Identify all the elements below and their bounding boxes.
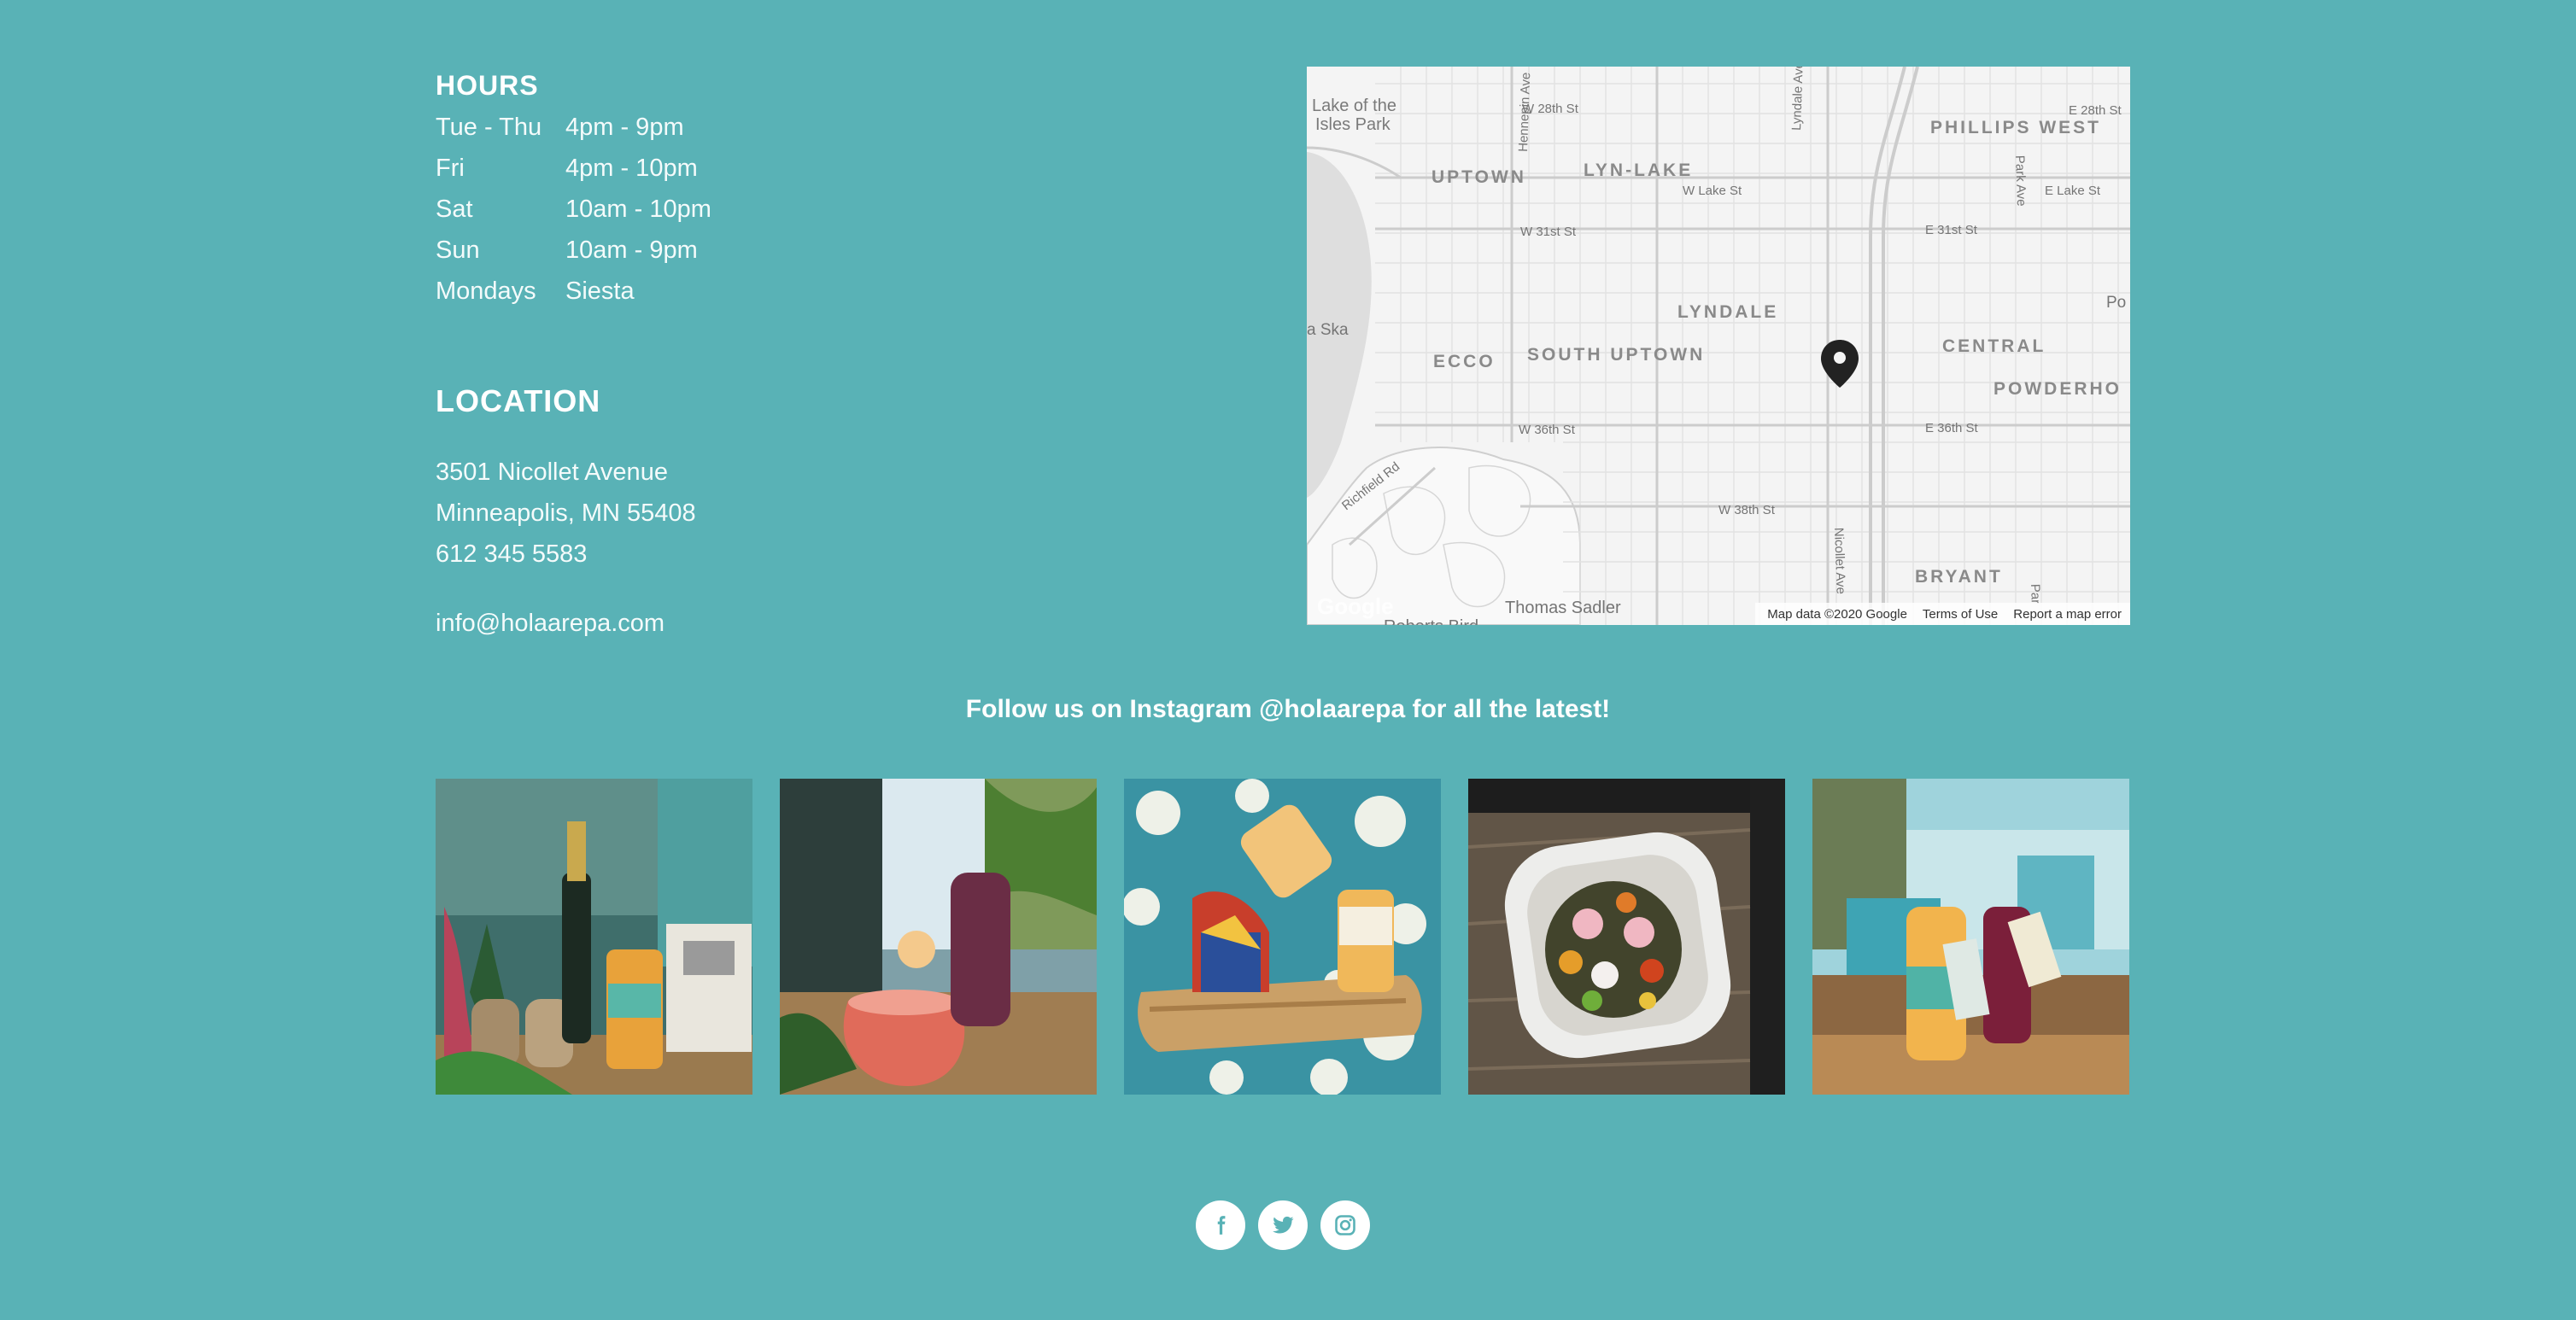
hours-time: 4pm - 10pm	[565, 155, 698, 182]
map-canvas: UPTOWN LYN-LAKE PHILLIPS WEST LYNDALE EC…	[1307, 67, 2130, 625]
map-footer: Map data ©2020 Google Terms of Use Repor…	[1755, 603, 2130, 625]
instagram-photo-5[interactable]	[1812, 779, 2129, 1095]
hours-day: Mondays	[436, 277, 536, 305]
map-label-w36: W 36th St	[1519, 423, 1576, 437]
map-label-par: Par	[2028, 584, 2043, 605]
hours-day: Sun	[436, 237, 480, 264]
map-label-nicollet: Nicollet Ave	[1831, 528, 1848, 595]
hours-day: Fri	[436, 155, 465, 182]
map-label-e31: E 31st St	[1925, 223, 1978, 237]
instagram-photo-4[interactable]	[1468, 779, 1785, 1095]
hours-time: 4pm - 9pm	[565, 114, 684, 141]
map-label-lake: Lake of the Isles Park	[1312, 96, 1402, 134]
map-label-po: Po	[2106, 294, 2126, 312]
map-label-central: CENTRAL	[1942, 336, 2046, 356]
hours-day: Tue - Thu	[436, 114, 542, 141]
hours-time: 10am - 9pm	[565, 237, 698, 264]
map-label-w31: W 31st St	[1520, 225, 1577, 239]
map-label-lyndale-ave: Lyndale Ave	[1789, 67, 1806, 131]
instagram-button[interactable]	[1320, 1200, 1370, 1250]
map-label-lake-line1: Lake of the	[1312, 96, 1396, 115]
map-label-south-uptown: SOUTH UPTOWN	[1527, 345, 1705, 365]
instagram-heading: Follow us on Instagram @holaarepa for al…	[965, 695, 1611, 723]
instagram-photo-2[interactable]	[780, 779, 1097, 1095]
twitter-button[interactable]	[1258, 1200, 1308, 1250]
social-links	[1196, 1200, 1370, 1250]
hours-row: Sat 10am - 10pm	[436, 191, 711, 232]
hours-row: Sun 10am - 9pm	[436, 232, 711, 273]
map-label-hennepin: Hennepin Ave	[1516, 72, 1533, 152]
hours-row: Tue - Thu 4pm - 9pm	[436, 109, 711, 150]
facebook-button[interactable]	[1196, 1200, 1245, 1250]
location-map[interactable]: UPTOWN LYN-LAKE PHILLIPS WEST LYNDALE EC…	[1307, 67, 2130, 625]
map-terms-link[interactable]: Terms of Use	[1923, 607, 1998, 622]
map-label-lyn-lake: LYN-LAKE	[1584, 161, 1693, 180]
instagram-photo-3[interactable]	[1124, 779, 1441, 1095]
location-heading: LOCATION	[436, 383, 601, 418]
hours-day: Sat	[436, 196, 473, 223]
map-label-uptown: UPTOWN	[1431, 167, 1526, 187]
hours-heading: HOURS	[436, 70, 539, 101]
map-label-w-lake: W Lake St	[1683, 184, 1742, 198]
map-label-phillips-west: PHILLIPS WEST	[1930, 118, 2101, 137]
twitter-icon	[1273, 1216, 1294, 1234]
map-attribution: Map data ©2020 Google	[1767, 606, 1907, 622]
map-label-ska: a Ska	[1307, 321, 1349, 339]
hours-list: Tue - Thu 4pm - 9pm Fri 4pm - 10pm Sat 1…	[436, 109, 711, 314]
map-label-powderhorn: POWDERHO	[1993, 379, 2122, 399]
hours-row: Mondays Siesta	[436, 273, 711, 314]
hours-time: Siesta	[565, 277, 635, 305]
email-link[interactable]: info@holaarepa.com	[436, 606, 664, 640]
instagram-feed	[436, 779, 2129, 1095]
map-label-e28: E 28th St	[2069, 103, 2122, 118]
street-address: 3501 Nicollet Avenue	[436, 458, 668, 486]
map-label-park-ave: Park Ave	[2012, 155, 2029, 207]
map-label-e-lake: E Lake St	[2045, 184, 2101, 198]
map-label-w38: W 38th St	[1718, 503, 1776, 517]
map-label-ecco: ECCO	[1433, 352, 1496, 371]
map-label-bryant: BRYANT	[1915, 567, 2003, 587]
instagram-photo-1[interactable]	[436, 779, 752, 1095]
hours-row: Fri 4pm - 10pm	[436, 150, 711, 191]
map-label-lyndale: LYNDALE	[1677, 302, 1778, 322]
instagram-icon	[1335, 1215, 1355, 1235]
map-report-link[interactable]: Report a map error	[2013, 607, 2122, 622]
google-logo: Google	[1317, 593, 1394, 619]
map-label-thomas: Thomas Sadler	[1505, 599, 1621, 617]
map-label-e36: E 36th St	[1925, 421, 1979, 435]
city-address: Minneapolis, MN 55408	[436, 499, 696, 527]
map-label-lake-line2: Isles Park	[1315, 115, 1391, 134]
map-label-roberts: Roberts Bird	[1384, 617, 1478, 625]
hours-time: 10am - 10pm	[565, 196, 711, 223]
facebook-icon	[1217, 1216, 1226, 1235]
phone-number[interactable]: 612 345 5583	[436, 537, 587, 571]
